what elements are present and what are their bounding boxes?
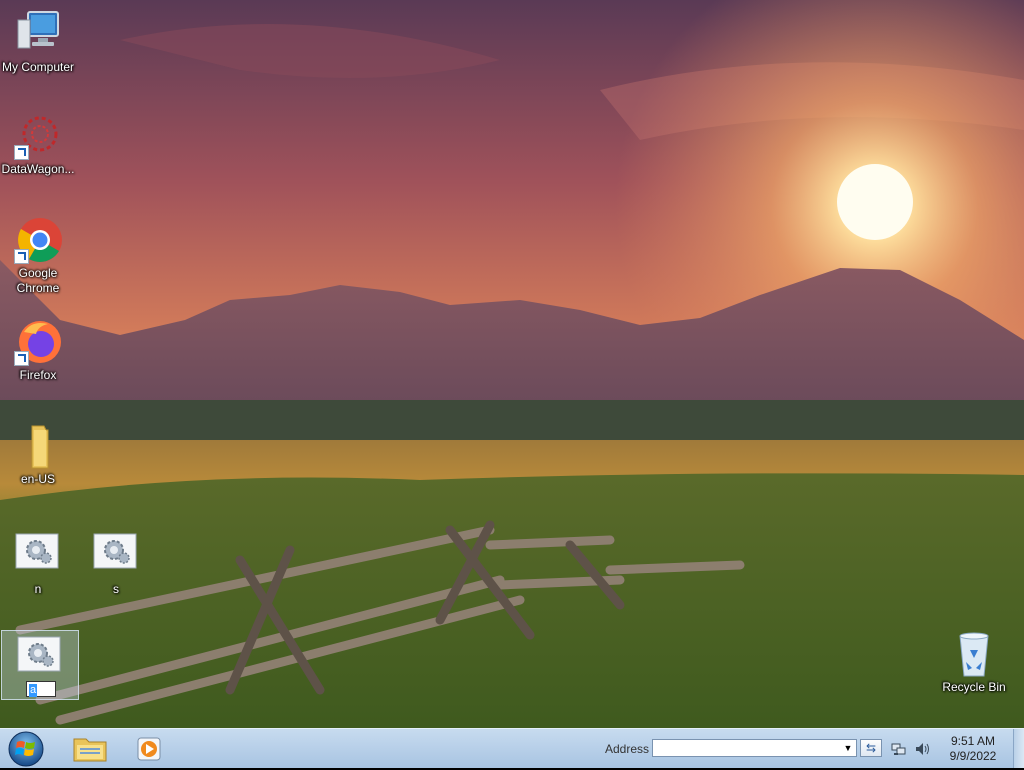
datawagon-icon: [14, 112, 62, 160]
clock-date: 9/9/2022: [949, 749, 997, 763]
taskbar-media-player-button[interactable]: [122, 731, 178, 767]
folder-icon: [14, 422, 62, 470]
desktop-icon-n[interactable]: n: [0, 532, 76, 597]
folder-icon: [73, 738, 107, 762]
chevron-down-icon[interactable]: ▼: [840, 740, 856, 756]
shortcut-arrow-icon: [14, 351, 29, 366]
settings-file-icon: [92, 532, 140, 580]
computer-icon: [14, 10, 62, 58]
desktop-icon-label: My Computer: [1, 60, 75, 74]
go-arrows-icon: ⇆: [865, 741, 877, 755]
desktop-icon-label: n: [34, 582, 42, 596]
start-button[interactable]: [4, 731, 48, 767]
system-clock[interactable]: 9:51 AM 9/9/2022: [940, 734, 1006, 764]
rename-field-text: a: [29, 684, 38, 697]
settings-file-icon: [14, 532, 62, 580]
desktop-icon-my-computer[interactable]: My Computer: [0, 10, 76, 75]
chrome-icon: [14, 216, 62, 264]
windows-orb-icon: [8, 731, 44, 767]
desktop-icon-label: DataWagon...: [1, 162, 75, 176]
address-input[interactable]: [655, 741, 840, 755]
address-bar[interactable]: ▼: [652, 739, 857, 757]
taskbar: Address ▼ ⇆ 9:51 AM 9/9/2022: [0, 728, 1024, 768]
desktop-icon-firefox[interactable]: Firefox: [0, 318, 76, 383]
desktop-icon-recycle-bin[interactable]: Recycle Bin: [936, 630, 1012, 695]
rename-field[interactable]: a: [26, 681, 56, 697]
media-player-icon: [137, 737, 161, 761]
desktop-icon-label: s: [113, 582, 119, 596]
settings-file-icon: [16, 635, 64, 683]
desktop-icon-s[interactable]: s: [78, 532, 154, 597]
network-icon[interactable]: [891, 741, 907, 757]
taskbar-explorer-button[interactable]: [62, 731, 118, 767]
desktop-icon-label: Recycle Bin: [942, 680, 1006, 694]
desktop: My Computer DataWagon... Google Chrome F…: [0, 0, 1024, 728]
desktop-icon-google-chrome[interactable]: Google Chrome: [0, 216, 76, 296]
shortcut-arrow-icon: [14, 145, 29, 160]
desktop-icon-label: Firefox: [19, 368, 57, 382]
desktop-icon-label: Google Chrome: [16, 266, 60, 295]
desktop-icon-datawagon[interactable]: DataWagon...: [0, 112, 76, 177]
desktop-icon-label: en-US: [20, 472, 55, 486]
clock-time: 9:51 AM: [950, 734, 996, 748]
recycle-bin-icon: [950, 630, 998, 678]
address-go-button[interactable]: ⇆: [860, 739, 882, 757]
shortcut-arrow-icon: [14, 249, 29, 264]
show-desktop-button[interactable]: [1013, 729, 1024, 768]
speaker-icon[interactable]: [914, 741, 930, 757]
wallpaper: [0, 0, 1024, 728]
address-label: Address: [605, 742, 650, 756]
desktop-icon-en-us-folder[interactable]: en-US: [0, 422, 76, 487]
firefox-icon: [14, 318, 62, 366]
desktop-icon-a[interactable]: a: [1, 630, 79, 700]
